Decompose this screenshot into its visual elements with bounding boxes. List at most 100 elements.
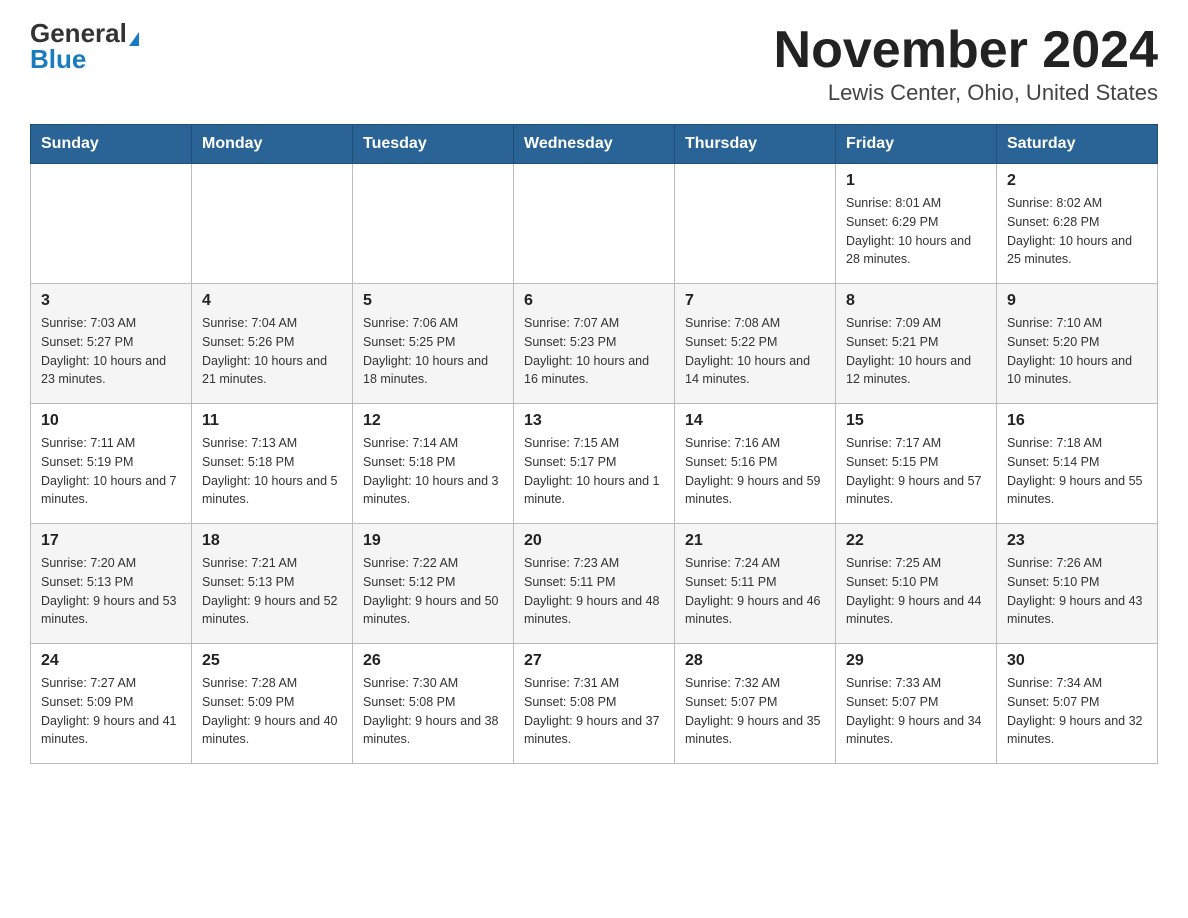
- day-info: Sunrise: 7:27 AMSunset: 5:09 PMDaylight:…: [41, 674, 181, 749]
- day-info: Sunrise: 7:07 AMSunset: 5:23 PMDaylight:…: [524, 314, 664, 389]
- calendar-cell: 13Sunrise: 7:15 AMSunset: 5:17 PMDayligh…: [514, 404, 675, 524]
- day-number: 11: [202, 412, 342, 430]
- day-info: Sunrise: 7:32 AMSunset: 5:07 PMDaylight:…: [685, 674, 825, 749]
- calendar-cell: 3 Sunrise: 7:03 AMSunset: 5:27 PMDaylight…: [31, 284, 192, 404]
- calendar-table: SundayMondayTuesdayWednesdayThursdayFrid…: [30, 124, 1158, 764]
- logo-general: General: [30, 20, 127, 46]
- day-number: 28: [685, 652, 825, 670]
- logo: General Blue: [30, 20, 139, 73]
- week-row-4: 17 Sunrise: 7:20 AMSunset: 5:13 PMDayligh…: [31, 524, 1158, 644]
- day-header-friday: Friday: [836, 125, 997, 164]
- day-number: 30: [1007, 652, 1147, 670]
- day-number: 1: [846, 172, 986, 190]
- day-info: Sunrise: 7:26 AMSunset: 5:10 PMDaylight:…: [1007, 554, 1147, 629]
- calendar-cell: 1 Sunrise: 8:01 AMSunset: 6:29 PMDaylight…: [836, 164, 997, 284]
- calendar-cell: 15Sunrise: 7:17 AMSunset: 5:15 PMDayligh…: [836, 404, 997, 524]
- calendar-cell: 18 Sunrise: 7:21 AMSunset: 5:13 PMDayligh…: [192, 524, 353, 644]
- day-info: Sunrise: 7:09 AMSunset: 5:21 PMDaylight:…: [846, 314, 986, 389]
- day-info: Sunrise: 7:03 AMSunset: 5:27 PMDaylight:…: [41, 314, 181, 389]
- day-header-tuesday: Tuesday: [353, 125, 514, 164]
- calendar-cell: [514, 164, 675, 284]
- day-number: 15: [846, 412, 986, 430]
- day-info: Sunrise: 7:16 AMSunset: 5:16 PMDaylight:…: [685, 434, 825, 509]
- week-row-1: 1 Sunrise: 8:01 AMSunset: 6:29 PMDaylight…: [31, 164, 1158, 284]
- day-info: Sunrise: 7:34 AMSunset: 5:07 PMDaylight:…: [1007, 674, 1147, 749]
- calendar-cell: 9 Sunrise: 7:10 AMSunset: 5:20 PMDaylight…: [997, 284, 1158, 404]
- day-info: Sunrise: 7:06 AMSunset: 5:25 PMDaylight:…: [363, 314, 503, 389]
- day-info: Sunrise: 7:23 AMSunset: 5:11 PMDaylight:…: [524, 554, 664, 629]
- calendar-title: November 2024: [774, 20, 1158, 80]
- day-header-wednesday: Wednesday: [514, 125, 675, 164]
- calendar-cell: 21 Sunrise: 7:24 AMSunset: 5:11 PMDayligh…: [675, 524, 836, 644]
- day-number: 17: [41, 532, 181, 550]
- calendar-cell: 27Sunrise: 7:31 AMSunset: 5:08 PMDayligh…: [514, 644, 675, 764]
- day-number: 20: [524, 532, 664, 550]
- day-info: Sunrise: 7:15 AMSunset: 5:17 PMDaylight:…: [524, 434, 664, 509]
- day-number: 29: [846, 652, 986, 670]
- calendar-cell: 24 Sunrise: 7:27 AMSunset: 5:09 PMDayligh…: [31, 644, 192, 764]
- calendar-cell: [675, 164, 836, 284]
- day-info: Sunrise: 7:20 AMSunset: 5:13 PMDaylight:…: [41, 554, 181, 629]
- title-block: November 2024 Lewis Center, Ohio, United…: [774, 20, 1158, 106]
- day-number: 10: [41, 412, 181, 430]
- calendar-cell: 6 Sunrise: 7:07 AMSunset: 5:23 PMDaylight…: [514, 284, 675, 404]
- day-info: Sunrise: 8:02 AMSunset: 6:28 PMDaylight:…: [1007, 194, 1147, 269]
- day-number: 25: [202, 652, 342, 670]
- day-header-thursday: Thursday: [675, 125, 836, 164]
- calendar-cell: 22 Sunrise: 7:25 AMSunset: 5:10 PMDayligh…: [836, 524, 997, 644]
- calendar-cell: 7 Sunrise: 7:08 AMSunset: 5:22 PMDaylight…: [675, 284, 836, 404]
- calendar-cell: 20 Sunrise: 7:23 AMSunset: 5:11 PMDayligh…: [514, 524, 675, 644]
- calendar-cell: 19Sunrise: 7:22 AMSunset: 5:12 PMDayligh…: [353, 524, 514, 644]
- day-info: Sunrise: 7:24 AMSunset: 5:11 PMDaylight:…: [685, 554, 825, 629]
- day-info: Sunrise: 7:11 AMSunset: 5:19 PMDaylight:…: [41, 434, 181, 509]
- day-info: Sunrise: 8:01 AMSunset: 6:29 PMDaylight:…: [846, 194, 986, 269]
- day-number: 24: [41, 652, 181, 670]
- day-number: 21: [685, 532, 825, 550]
- calendar-cell: 10 Sunrise: 7:11 AMSunset: 5:19 PMDayligh…: [31, 404, 192, 524]
- calendar-subtitle: Lewis Center, Ohio, United States: [774, 80, 1158, 106]
- day-info: Sunrise: 7:08 AMSunset: 5:22 PMDaylight:…: [685, 314, 825, 389]
- calendar-cell: 17 Sunrise: 7:20 AMSunset: 5:13 PMDayligh…: [31, 524, 192, 644]
- day-number: 6: [524, 292, 664, 310]
- day-info: Sunrise: 7:22 AMSunset: 5:12 PMDaylight:…: [363, 554, 503, 629]
- week-row-3: 10 Sunrise: 7:11 AMSunset: 5:19 PMDayligh…: [31, 404, 1158, 524]
- week-row-5: 24 Sunrise: 7:27 AMSunset: 5:09 PMDayligh…: [31, 644, 1158, 764]
- calendar-cell: 8 Sunrise: 7:09 AMSunset: 5:21 PMDaylight…: [836, 284, 997, 404]
- calendar-cell: 11 Sunrise: 7:13 AMSunset: 5:18 PMDayligh…: [192, 404, 353, 524]
- calendar-cell: 30 Sunrise: 7:34 AMSunset: 5:07 PMDayligh…: [997, 644, 1158, 764]
- day-info: Sunrise: 7:18 AMSunset: 5:14 PMDaylight:…: [1007, 434, 1147, 509]
- calendar-cell: 16 Sunrise: 7:18 AMSunset: 5:14 PMDayligh…: [997, 404, 1158, 524]
- day-number: 18: [202, 532, 342, 550]
- calendar-cell: 23 Sunrise: 7:26 AMSunset: 5:10 PMDayligh…: [997, 524, 1158, 644]
- calendar-cell: 28 Sunrise: 7:32 AMSunset: 5:07 PMDayligh…: [675, 644, 836, 764]
- day-number: 3: [41, 292, 181, 310]
- calendar-header-row: SundayMondayTuesdayWednesdayThursdayFrid…: [31, 125, 1158, 164]
- day-header-monday: Monday: [192, 125, 353, 164]
- day-info: Sunrise: 7:28 AMSunset: 5:09 PMDaylight:…: [202, 674, 342, 749]
- day-number: 8: [846, 292, 986, 310]
- day-number: 23: [1007, 532, 1147, 550]
- day-number: 4: [202, 292, 342, 310]
- calendar-cell: 4Sunrise: 7:04 AMSunset: 5:26 PMDaylight…: [192, 284, 353, 404]
- calendar-cell: [31, 164, 192, 284]
- calendar-cell: 26Sunrise: 7:30 AMSunset: 5:08 PMDayligh…: [353, 644, 514, 764]
- day-info: Sunrise: 7:33 AMSunset: 5:07 PMDaylight:…: [846, 674, 986, 749]
- week-row-2: 3 Sunrise: 7:03 AMSunset: 5:27 PMDaylight…: [31, 284, 1158, 404]
- day-info: Sunrise: 7:10 AMSunset: 5:20 PMDaylight:…: [1007, 314, 1147, 389]
- page-header: General Blue November 2024 Lewis Center,…: [30, 20, 1158, 106]
- day-info: Sunrise: 7:13 AMSunset: 5:18 PMDaylight:…: [202, 434, 342, 509]
- day-header-saturday: Saturday: [997, 125, 1158, 164]
- day-number: 7: [685, 292, 825, 310]
- day-info: Sunrise: 7:21 AMSunset: 5:13 PMDaylight:…: [202, 554, 342, 629]
- calendar-cell: 25 Sunrise: 7:28 AMSunset: 5:09 PMDayligh…: [192, 644, 353, 764]
- day-number: 9: [1007, 292, 1147, 310]
- day-number: 16: [1007, 412, 1147, 430]
- calendar-cell: 5Sunrise: 7:06 AMSunset: 5:25 PMDaylight…: [353, 284, 514, 404]
- day-number: 22: [846, 532, 986, 550]
- day-number: 2: [1007, 172, 1147, 190]
- calendar-cell: [192, 164, 353, 284]
- day-number: 26: [363, 652, 503, 670]
- calendar-cell: 2 Sunrise: 8:02 AMSunset: 6:28 PMDaylight…: [997, 164, 1158, 284]
- day-info: Sunrise: 7:25 AMSunset: 5:10 PMDaylight:…: [846, 554, 986, 629]
- day-number: 27: [524, 652, 664, 670]
